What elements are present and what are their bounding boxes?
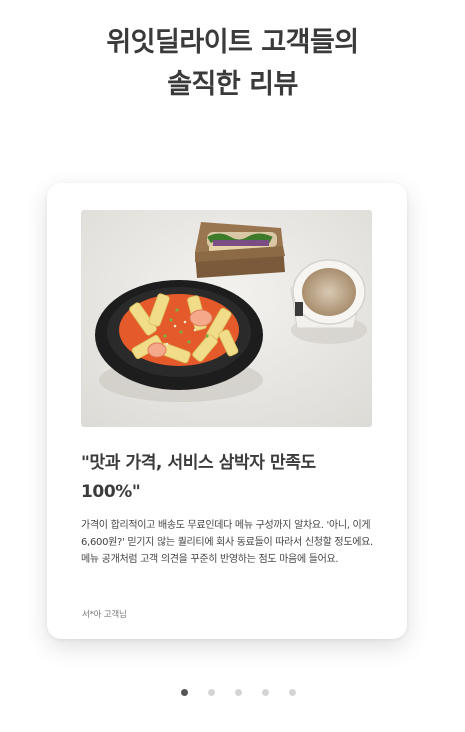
carousel-dot-3[interactable] xyxy=(235,689,242,696)
carousel-pagination xyxy=(0,689,465,696)
section-heading: 위잇딜라이트 고객들의 솔직한 리뷰 xyxy=(0,22,465,106)
section-heading-line2: 솔직한 리뷰 xyxy=(167,69,298,100)
reviewer-name: 서*아 고객님 xyxy=(82,610,127,620)
review-body: 가격이 합리적이고 배송도 무료인데다 메뉴 구성까지 알차요. '아니, 이게… xyxy=(81,520,373,565)
food-photo-icon xyxy=(81,210,372,427)
section-heading-line1: 위잇딜라이트 고객들의 xyxy=(106,27,359,58)
carousel-dot-5[interactable] xyxy=(289,689,296,696)
review-title: "맛과 가격, 서비스 삼박자 만족도 100%" xyxy=(81,453,316,502)
carousel-dot-2[interactable] xyxy=(208,689,215,696)
review-card[interactable]: "맛과 가격, 서비스 삼박자 만족도 100%" 가격이 합리적이고 배송도 … xyxy=(47,183,407,639)
carousel-dot-4[interactable] xyxy=(262,689,269,696)
review-photo xyxy=(81,210,372,427)
carousel-dot-1[interactable] xyxy=(181,689,188,696)
